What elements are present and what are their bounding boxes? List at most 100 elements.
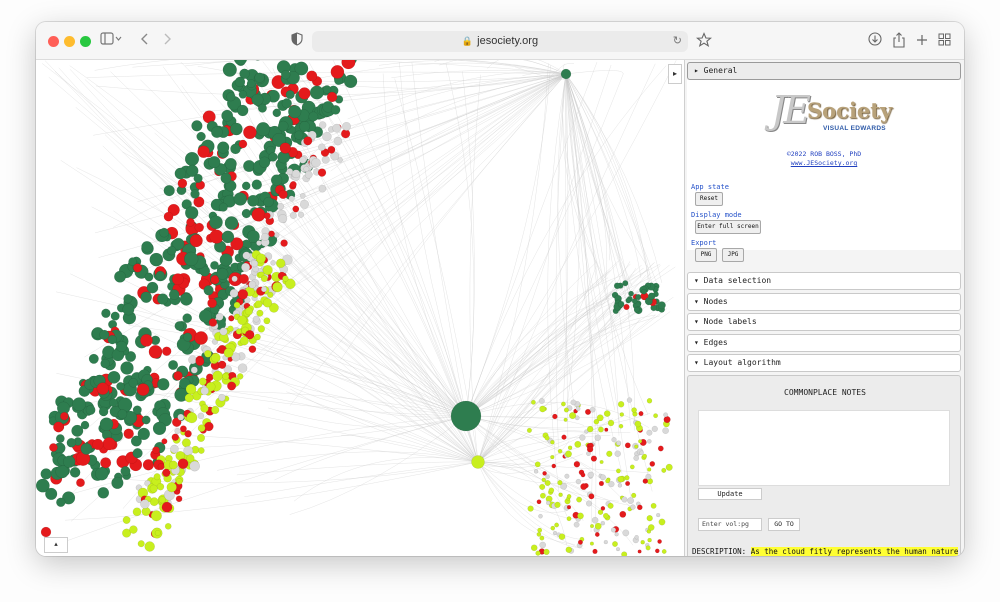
graph-node[interactable] bbox=[661, 467, 667, 473]
graph-node[interactable] bbox=[99, 417, 114, 432]
graph-node[interactable] bbox=[120, 466, 131, 477]
graph-node[interactable] bbox=[641, 288, 647, 295]
graph-node[interactable] bbox=[231, 275, 238, 282]
graph-node[interactable] bbox=[200, 404, 209, 413]
graph-node[interactable] bbox=[545, 474, 550, 480]
graph-node[interactable] bbox=[306, 70, 318, 82]
graph-node[interactable] bbox=[535, 550, 541, 556]
graph-node[interactable] bbox=[95, 467, 109, 481]
graph-node[interactable] bbox=[603, 410, 611, 417]
graph-node[interactable] bbox=[181, 438, 191, 448]
graph-node[interactable] bbox=[237, 363, 248, 373]
hub-node[interactable] bbox=[450, 400, 482, 432]
graph-node[interactable] bbox=[221, 230, 235, 244]
graph-node[interactable] bbox=[241, 208, 252, 219]
graph-node[interactable] bbox=[251, 179, 263, 190]
graph-node[interactable] bbox=[629, 464, 635, 470]
graph-node[interactable] bbox=[174, 427, 181, 435]
graph-node[interactable] bbox=[539, 405, 546, 413]
graph-node[interactable] bbox=[219, 253, 233, 267]
graph-node[interactable] bbox=[639, 450, 644, 456]
graph-node[interactable] bbox=[204, 349, 212, 358]
graph-node[interactable] bbox=[536, 499, 542, 505]
graph-node[interactable] bbox=[116, 382, 125, 391]
graph-node[interactable] bbox=[628, 290, 634, 297]
graph-node[interactable] bbox=[631, 298, 638, 304]
graph-node[interactable] bbox=[662, 427, 669, 435]
graph-node[interactable] bbox=[233, 60, 248, 66]
goto-button[interactable]: GO TO bbox=[768, 518, 800, 531]
graph-node[interactable] bbox=[117, 409, 128, 419]
graph-node[interactable] bbox=[196, 433, 205, 442]
graph-node[interactable] bbox=[115, 340, 128, 353]
network-graph-canvas[interactable] bbox=[36, 60, 684, 556]
graph-node[interactable] bbox=[228, 315, 235, 322]
graph-node[interactable] bbox=[280, 239, 288, 247]
address-bar[interactable]: 🔒 jesociety.org ↻ bbox=[312, 31, 688, 52]
graph-node[interactable] bbox=[238, 139, 248, 149]
graph-node[interactable] bbox=[342, 122, 351, 131]
graph-node[interactable] bbox=[174, 321, 184, 331]
graph-node[interactable] bbox=[330, 105, 341, 115]
graph-node[interactable] bbox=[262, 265, 273, 276]
graph-node[interactable] bbox=[278, 214, 288, 224]
graph-node[interactable] bbox=[627, 497, 634, 504]
graph-node[interactable] bbox=[161, 438, 168, 445]
graph-node[interactable] bbox=[255, 253, 266, 264]
graph-node[interactable] bbox=[574, 440, 582, 448]
graph-node[interactable] bbox=[586, 500, 593, 507]
graph-node[interactable] bbox=[189, 234, 203, 248]
graph-node[interactable] bbox=[99, 329, 110, 340]
graph-node[interactable] bbox=[631, 407, 637, 413]
graph-node[interactable] bbox=[204, 421, 214, 432]
graph-node[interactable] bbox=[343, 74, 358, 89]
graph-node[interactable] bbox=[132, 507, 142, 517]
graph-node[interactable] bbox=[261, 232, 270, 241]
graph-node[interactable] bbox=[156, 483, 165, 491]
graph-node[interactable] bbox=[573, 461, 581, 468]
graph-node[interactable] bbox=[539, 492, 546, 499]
graph-node[interactable] bbox=[258, 156, 271, 169]
graph-node[interactable] bbox=[146, 281, 159, 294]
graph-node[interactable] bbox=[256, 122, 271, 137]
graph-node[interactable] bbox=[607, 419, 615, 427]
graph-node[interactable] bbox=[216, 267, 229, 280]
graph-node[interactable] bbox=[272, 108, 282, 118]
graph-node[interactable] bbox=[576, 496, 582, 503]
graph-node[interactable] bbox=[573, 521, 580, 528]
graph-node[interactable] bbox=[184, 393, 194, 403]
graph-node[interactable] bbox=[137, 427, 151, 441]
graph-node[interactable] bbox=[251, 93, 264, 106]
notes-textarea[interactable] bbox=[698, 410, 950, 486]
section-layout-algorithm[interactable]: ▾ Layout algorithm bbox=[687, 354, 961, 372]
graph-node[interactable] bbox=[297, 211, 305, 218]
graph-node[interactable] bbox=[598, 426, 604, 433]
reload-icon[interactable]: ↻ bbox=[673, 31, 682, 52]
graph-node[interactable] bbox=[55, 434, 65, 443]
graph-node[interactable] bbox=[588, 493, 595, 500]
graph-node[interactable] bbox=[285, 90, 295, 100]
graph-node[interactable] bbox=[303, 136, 313, 146]
graph-node[interactable] bbox=[637, 549, 642, 554]
site-link[interactable]: www.JESociety.org bbox=[687, 159, 961, 167]
graph-node[interactable] bbox=[152, 421, 167, 436]
graph-node[interactable] bbox=[330, 65, 345, 79]
graph-node[interactable] bbox=[647, 292, 656, 301]
graph-node[interactable] bbox=[148, 344, 163, 359]
graph-node[interactable] bbox=[40, 526, 52, 538]
graph-node[interactable] bbox=[600, 474, 606, 481]
graph-node[interactable] bbox=[152, 446, 160, 455]
graph-node[interactable] bbox=[92, 438, 104, 451]
graph-node[interactable] bbox=[98, 406, 109, 417]
graph-node[interactable] bbox=[298, 87, 311, 100]
graph-node[interactable] bbox=[49, 443, 58, 452]
graph-node[interactable] bbox=[267, 291, 274, 298]
graph-node[interactable] bbox=[294, 130, 304, 140]
update-button[interactable]: Update bbox=[698, 488, 762, 500]
graph-node[interactable] bbox=[227, 381, 237, 391]
graph-node[interactable] bbox=[611, 437, 617, 443]
graph-node[interactable] bbox=[637, 504, 643, 511]
shield-icon[interactable] bbox=[291, 32, 303, 50]
graph-node[interactable] bbox=[594, 434, 601, 441]
graph-node[interactable] bbox=[546, 500, 551, 506]
